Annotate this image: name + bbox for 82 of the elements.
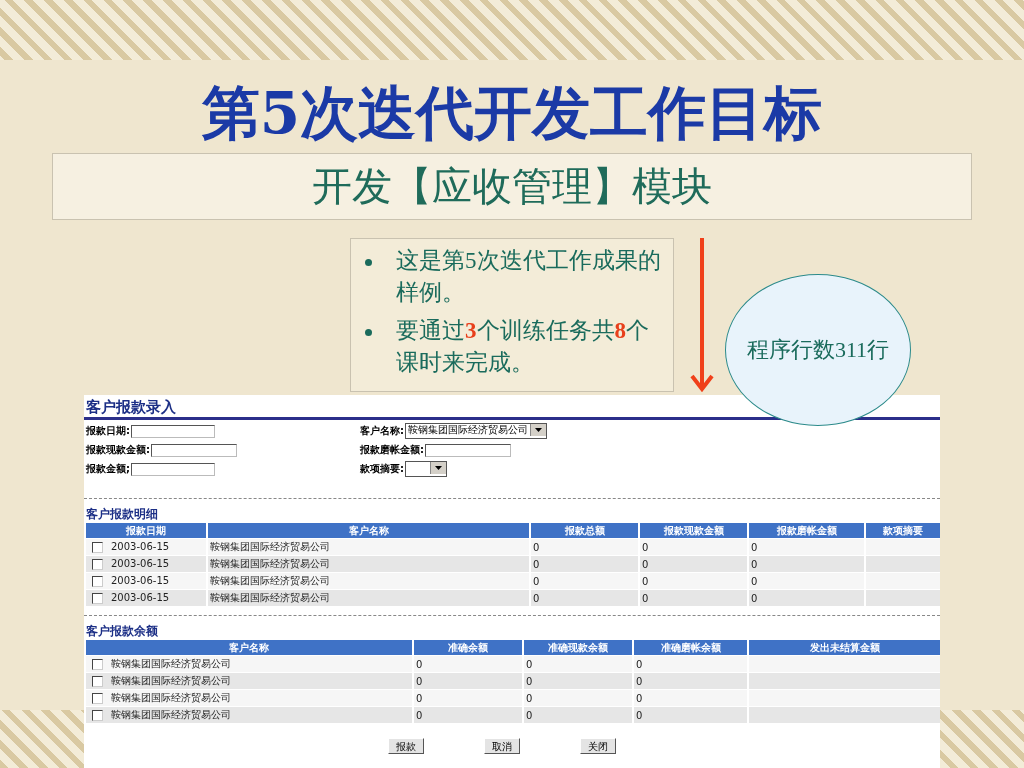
section-title: 客户报款明细 [86,507,158,522]
checkbox[interactable] [92,692,103,704]
checkbox[interactable] [92,709,103,721]
table-cell: 鞍钢集团国际经济贸易公司 [210,558,330,569]
table-cell: 0 [642,558,649,570]
field-label: 报款金额; [86,462,130,476]
column-header: 报款总额 [531,523,638,538]
table-cell: 0 [416,675,423,687]
table-cell: 鞍钢集团国际经济贸易公司 [111,658,231,669]
field-label: 款项摘要: [360,462,404,476]
column-header: 款项摘要 [866,523,940,538]
field-label: 报款磨帐金额: [360,443,424,457]
slide-subtitle: 开发【应收管理】模块 [312,163,712,211]
table-cell: 鞍钢集团国际经济贸易公司 [111,675,231,686]
table-cell: 0 [636,692,643,704]
form-button[interactable]: 取消 [484,738,520,754]
table-cell: 0 [642,541,649,553]
callout-text: 程序行数311行 [746,336,890,364]
table-cell: 0 [642,575,649,587]
column-header: 准确磨帐余额 [634,640,747,655]
slide-title: 第5次迭代开发工作目标 [201,80,823,146]
table-cell: 0 [636,709,643,721]
input-field[interactable] [425,443,511,457]
form-button[interactable]: 关闭 [580,738,616,754]
table-cell: 0 [526,675,533,687]
form-title: 客户报款录入 [86,398,176,417]
column-header: 报款磨帐金额 [749,523,864,538]
input-field[interactable] [151,443,237,457]
table-cell: 鞍钢集团国际经济贸易公司 [111,692,231,703]
column-header: 准确余额 [414,640,522,655]
table-cell: 2003-06-15 [111,575,170,587]
dropdown[interactable]: 鞍钢集团国际经济贸易公司 [405,423,547,439]
table-cell: 0 [751,575,758,587]
table-cell: 2003-06-15 [111,558,170,570]
bullet-text: 要通过3个训练任务共8个课时来完成。 [396,317,650,377]
table-cell: 鞍钢集团国际经济贸易公司 [210,592,330,603]
table-cell: 0 [751,541,758,553]
table-cell: 0 [751,592,758,604]
table-cell: 0 [416,709,423,721]
field-label: 报款现款金额: [86,443,150,457]
table-cell: 0 [636,675,643,687]
table-cell: 0 [526,709,533,721]
form-button[interactable]: 报款 [388,738,424,754]
column-header: 报款现款金额 [640,523,747,538]
table-cell: 2003-06-15 [111,541,170,553]
column-header: 客户名称 [208,523,529,538]
table-cell: 2003-06-15 [111,592,170,604]
table-cell: 0 [533,541,540,553]
checkbox[interactable] [92,575,103,587]
table-cell: 0 [526,692,533,704]
column-header: 发出未结算金额 [749,640,940,655]
bullet-icon [365,329,372,336]
checkbox[interactable] [92,592,103,604]
table-cell: 0 [416,692,423,704]
column-header: 报款日期 [86,523,206,538]
table-cell: 0 [533,558,540,570]
table-cell: 鞍钢集团国际经济贸易公司 [111,709,231,720]
table-cell: 0 [642,592,649,604]
checkbox[interactable] [92,558,103,570]
field-label: 报款日期: [86,424,130,438]
checkbox[interactable] [92,541,103,553]
table-cell: 0 [751,558,758,570]
column-header: 准确现款余额 [524,640,632,655]
table-cell: 0 [533,575,540,587]
table-cell: 0 [636,658,643,670]
checkbox[interactable] [92,675,103,687]
section-title: 客户报款余额 [86,624,158,639]
table-cell: 0 [533,592,540,604]
column-header: 客户名称 [86,640,412,655]
table-cell: 0 [526,658,533,670]
bullet-icon [365,259,372,266]
dropdown[interactable] [405,461,447,477]
checkbox[interactable] [92,658,103,670]
caret-icon [435,466,442,470]
caret-icon [535,428,542,432]
input-field[interactable] [131,424,215,438]
field-label: 客户名称: [360,424,404,438]
input-field[interactable] [131,462,215,476]
table-cell: 0 [416,658,423,670]
bullet-text: 这是第5次迭代工作成果的样例。 [396,247,662,307]
table-cell: 鞍钢集团国际经济贸易公司 [210,541,330,552]
table-cell: 鞍钢集团国际经济贸易公司 [210,575,330,586]
